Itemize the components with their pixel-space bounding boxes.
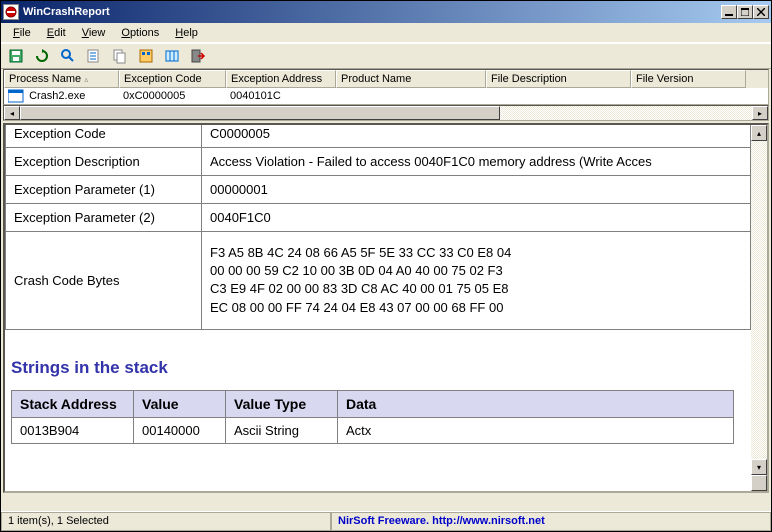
col-value: Value	[134, 390, 226, 417]
menu-help[interactable]: Help	[167, 25, 206, 41]
save-icon[interactable]	[5, 45, 27, 67]
detail-value: 0040F1C0	[202, 204, 751, 232]
refresh-icon[interactable]	[31, 45, 53, 67]
search-icon[interactable]	[57, 45, 79, 67]
status-link[interactable]: NirSoft Freeware. http://www.nirsoft.net	[331, 512, 771, 531]
detail-label: Exception Parameter (1)	[6, 176, 202, 204]
table-row: Crash Code BytesF3 A5 8B 4C 24 08 66 A5 …	[6, 232, 751, 330]
col-value-type: Value Type	[226, 390, 338, 417]
menu-edit[interactable]: Edit	[39, 25, 74, 41]
cell-data: Actx	[338, 417, 734, 443]
app-window-icon	[8, 89, 24, 103]
cell-file-version	[631, 95, 746, 97]
window-title: WinCrashReport	[23, 6, 721, 18]
process-listview[interactable]: Process Name ▵ Exception Code Exception …	[3, 69, 769, 105]
cell-exception-address: 0040101C	[226, 89, 336, 103]
scroll-corner	[751, 475, 767, 491]
toolbar	[1, 43, 771, 69]
status-text: 1 item(s), 1 Selected	[1, 512, 331, 531]
scroll-right-button[interactable]: ▸	[752, 106, 768, 120]
detail-table: Exception CodeC0000005 Exception Descrip…	[5, 123, 751, 330]
detail-label: Crash Code Bytes	[6, 232, 202, 330]
cell-file-description	[486, 95, 631, 97]
detail-pane: Exception CodeC0000005 Exception Descrip…	[3, 123, 769, 493]
properties-icon[interactable]	[83, 45, 105, 67]
table-row[interactable]: Crash2.exe 0xC0000005 0040101C	[4, 88, 768, 104]
options-icon[interactable]	[135, 45, 157, 67]
close-button[interactable]	[753, 5, 769, 19]
strings-section-title: Strings in the stack	[5, 330, 751, 390]
scroll-left-button[interactable]: ◂	[4, 106, 20, 120]
maximize-button[interactable]	[737, 5, 753, 19]
cell-product-name	[336, 95, 486, 97]
menu-options[interactable]: Options	[113, 25, 167, 41]
menu-view[interactable]: View	[74, 25, 114, 41]
detail-label: Exception Code	[6, 123, 202, 148]
statusbar: 1 item(s), 1 Selected NirSoft Freeware. …	[1, 511, 771, 531]
cell-stack-address: 0013B904	[12, 417, 134, 443]
table-row: 0013B904 00140000 Ascii String Actx	[12, 417, 734, 443]
detail-value: C0000005	[202, 123, 751, 148]
detail-label: Exception Parameter (2)	[6, 204, 202, 232]
scroll-thumb[interactable]	[20, 106, 500, 120]
col-product-name[interactable]: Product Name	[336, 70, 486, 88]
strings-table: Stack Address Value Value Type Data 0013…	[11, 390, 734, 444]
col-process-name[interactable]: Process Name ▵	[4, 70, 119, 88]
col-exception-address[interactable]: Exception Address	[226, 70, 336, 88]
titlebar: WinCrashReport	[1, 1, 771, 23]
table-row: Exception DescriptionAccess Violation - …	[6, 148, 751, 176]
col-exception-code[interactable]: Exception Code	[119, 70, 226, 88]
detail-value: F3 A5 8B 4C 24 08 66 A5 5F 5E 33 CC 33 C…	[202, 232, 751, 330]
minimize-button[interactable]	[721, 5, 737, 19]
copy-icon[interactable]	[109, 45, 131, 67]
table-row: Exception Parameter (1)00000001	[6, 176, 751, 204]
menubar: File Edit View Options Help	[1, 23, 771, 43]
col-data: Data	[338, 390, 734, 417]
col-stack-address: Stack Address	[12, 390, 134, 417]
cell-process-name: Crash2.exe	[29, 90, 85, 102]
detail-value: 00000001	[202, 176, 751, 204]
listview-hscroll[interactable]: ◂ ▸	[3, 105, 769, 121]
detail-value: Access Violation - Failed to access 0040…	[202, 148, 751, 176]
listview-header: Process Name ▵ Exception Code Exception …	[4, 70, 768, 88]
col-file-version[interactable]: File Version	[631, 70, 746, 88]
cell-value-type: Ascii String	[226, 417, 338, 443]
table-row: Exception CodeC0000005	[6, 123, 751, 148]
detail-label: Exception Description	[6, 148, 202, 176]
table-row: Exception Parameter (2)0040F1C0	[6, 204, 751, 232]
app-icon	[3, 4, 19, 20]
scroll-up-button[interactable]: ▴	[751, 125, 767, 141]
cell-exception-code: 0xC0000005	[119, 89, 226, 103]
cell-value: 00140000	[134, 417, 226, 443]
scroll-down-button[interactable]: ▾	[751, 459, 767, 475]
menu-file[interactable]: File	[5, 25, 39, 41]
col-file-description[interactable]: File Description	[486, 70, 631, 88]
columns-icon[interactable]	[161, 45, 183, 67]
detail-vscroll[interactable]: ▴ ▾	[751, 125, 767, 491]
exit-icon[interactable]	[187, 45, 209, 67]
